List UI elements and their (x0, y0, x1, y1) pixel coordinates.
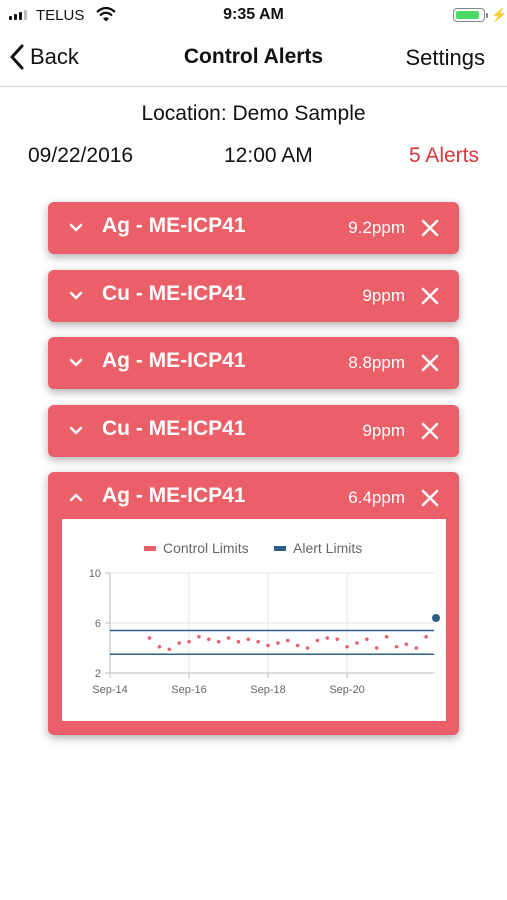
x-tick-label: Sep-18 (250, 684, 285, 696)
y-tick-label: 6 (95, 618, 101, 630)
alert-count[interactable]: 5 Alerts (409, 144, 479, 168)
data-point (206, 637, 211, 642)
chevron-down-icon[interactable] (68, 352, 84, 372)
x-tick-label: Sep-16 (171, 684, 206, 696)
data-point (286, 638, 290, 643)
data-point (404, 642, 409, 647)
chart-svg: Control Limits Alert Limits 2 6 10 Sep-14 Sep-… (89, 540, 440, 696)
alert-time: 12:00 AM (224, 144, 313, 167)
alert-card: Ag - ME-ICP41 9.2ppm (48, 202, 459, 254)
close-icon[interactable] (421, 422, 439, 440)
settings-button[interactable]: Settings (406, 45, 486, 71)
chevron-down-icon[interactable] (68, 420, 84, 440)
alert-title: Ag - ME-ICP41 (102, 214, 246, 237)
legend-label: Alert Limits (293, 540, 362, 556)
data-point (355, 641, 359, 645)
latest-data-point (432, 614, 440, 622)
alert-value: 9ppm (362, 421, 405, 440)
alert-card: Ag - ME-ICP41 6.4ppm Control Limits Alert L… (48, 472, 459, 735)
alert-value: 9.2ppm (348, 218, 405, 237)
data-point (246, 637, 251, 642)
data-point (394, 644, 399, 649)
alert-value: 8.8ppm (348, 353, 405, 372)
data-point (236, 639, 241, 644)
data-point (256, 639, 260, 644)
data-point (315, 638, 320, 643)
data-point (374, 646, 379, 650)
status-bar: TELUS 9:35 AM ⚡ (0, 0, 507, 30)
alert-header[interactable]: Ag - ME-ICP41 6.4ppm (48, 472, 459, 524)
alert-card: Ag - ME-ICP41 8.8ppm (48, 337, 459, 389)
data-point (414, 646, 419, 650)
data-point (216, 639, 221, 644)
y-tick-label: 2 (95, 668, 101, 680)
data-point (187, 639, 191, 644)
legend-label: Control Limits (163, 540, 249, 556)
data-point (147, 636, 152, 640)
alert-title: Ag - ME-ICP41 (102, 349, 246, 372)
alert-header[interactable]: Ag - ME-ICP41 8.8ppm (48, 337, 459, 389)
alert-card: Cu - ME-ICP41 9ppm (48, 405, 459, 457)
data-point (226, 636, 231, 640)
data-point (335, 637, 339, 642)
data-point (266, 643, 270, 648)
alert-value: 6.4ppm (348, 488, 405, 507)
battery-icon (453, 8, 485, 22)
chevron-down-icon[interactable] (68, 285, 84, 305)
close-icon[interactable] (421, 287, 439, 305)
data-point (197, 634, 201, 639)
data-point (384, 634, 389, 639)
alert-date: 09/22/2016 (28, 144, 134, 167)
location-label: Location: Demo Sample (141, 102, 366, 125)
alert-title: Cu - ME-ICP41 (102, 282, 246, 305)
data-point (295, 643, 300, 648)
alert-chart: Control Limits Alert Limits 2 6 10 Sep-14 Sep-… (62, 519, 446, 721)
x-tick-label: Sep-20 (329, 684, 364, 696)
alert-header[interactable]: Cu - ME-ICP41 9ppm (48, 270, 459, 322)
alert-value: 9ppm (362, 286, 405, 305)
alert-header[interactable]: Cu - ME-ICP41 9ppm (48, 405, 459, 457)
navigation-bar: Back Control Alerts Settings (0, 30, 507, 87)
data-point (365, 637, 369, 642)
chevron-up-icon[interactable] (68, 487, 84, 507)
alert-title: Cu - ME-ICP41 (102, 417, 246, 440)
close-icon[interactable] (421, 219, 439, 237)
x-tick-label: Sep-14 (92, 684, 127, 696)
data-point (167, 647, 172, 652)
data-point (157, 644, 162, 649)
charging-bolt-icon: ⚡ (491, 7, 507, 22)
close-icon[interactable] (421, 354, 439, 372)
data-point (325, 636, 330, 640)
alert-header[interactable]: Ag - ME-ICP41 9.2ppm (48, 202, 459, 254)
data-point (345, 644, 349, 649)
data-point (424, 634, 428, 639)
y-tick-label: 10 (89, 568, 101, 580)
legend-swatch (274, 546, 286, 551)
alert-card: Cu - ME-ICP41 9ppm (48, 270, 459, 322)
close-icon[interactable] (421, 489, 439, 507)
legend-swatch (144, 546, 156, 551)
battery-tip (486, 13, 488, 18)
alert-title: Ag - ME-ICP41 (102, 484, 246, 507)
data-point (177, 641, 181, 645)
data-point (305, 646, 310, 650)
data-point (276, 641, 280, 645)
status-time: 9:35 AM (223, 6, 284, 23)
chevron-down-icon[interactable] (68, 217, 84, 237)
